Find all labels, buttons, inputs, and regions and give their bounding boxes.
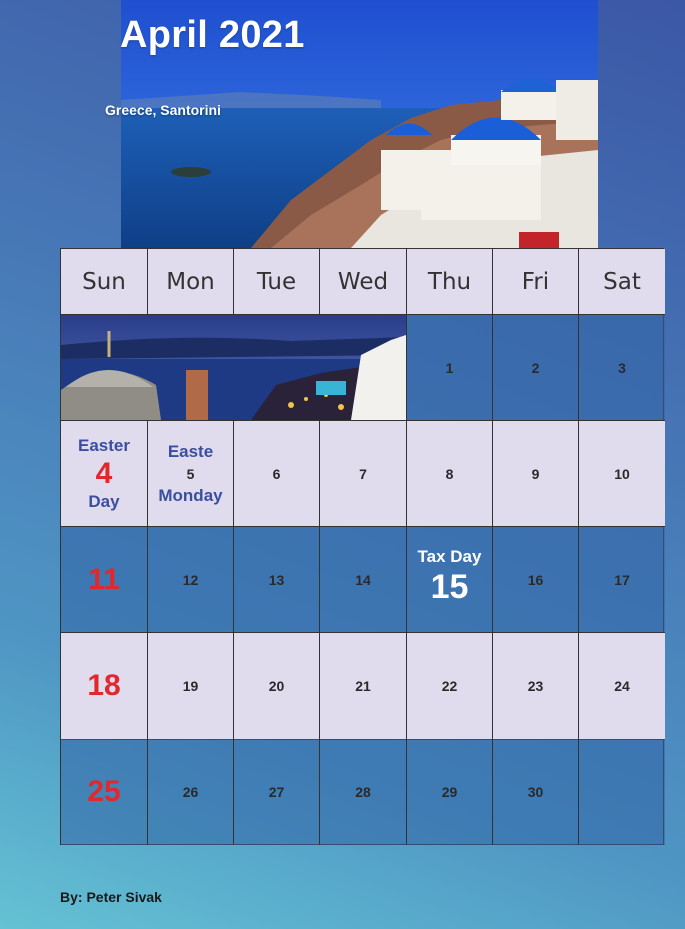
weekday-sun: Sun	[61, 249, 148, 315]
day-cell: 20	[234, 633, 320, 740]
weekday-tue: Tue	[234, 249, 320, 315]
day-cell: 22	[407, 633, 493, 740]
day-cell: 28	[320, 739, 407, 845]
sunday-cell: 11	[61, 527, 148, 633]
day-cell: 17	[579, 527, 665, 633]
weekday-fri: Fri	[493, 249, 579, 315]
day-cell: 24	[579, 633, 665, 740]
weekday-mon: Mon	[148, 249, 234, 315]
day-number: 5	[186, 465, 195, 482]
day-cell: 2	[493, 315, 579, 421]
day-cell: 30	[493, 739, 579, 845]
day-number: 4	[95, 456, 113, 490]
easter-day-cell: Easter 4 Day	[61, 421, 148, 527]
sunday-cell: 25	[61, 739, 148, 845]
calendar-grid-last-week: 25 26 27 28 29 30	[60, 739, 665, 845]
tax-day-label: Tax Day	[417, 546, 482, 566]
week1-photo	[61, 315, 407, 421]
day-cell: 19	[148, 633, 234, 740]
weekday-wed: Wed	[320, 249, 407, 315]
day-cell: 27	[234, 739, 320, 845]
day-cell: 29	[407, 739, 493, 845]
easter-monday-cell: Easte 5 Monday	[148, 421, 234, 527]
tax-day-cell: Tax Day 15	[407, 527, 493, 633]
day-cell: 16	[493, 527, 579, 633]
holiday-label-bottom: Monday	[158, 485, 223, 505]
day-cell: 6	[234, 421, 320, 527]
day-cell: 1	[407, 315, 493, 421]
day-number: 15	[430, 567, 469, 606]
day-cell: 7	[320, 421, 407, 527]
calendar-title: April 2021	[120, 14, 305, 56]
day-cell-empty	[579, 739, 665, 845]
day-cell: 23	[493, 633, 579, 740]
day-cell: 13	[234, 527, 320, 633]
day-cell: 3	[579, 315, 665, 421]
author-byline: By: Peter Sivak	[60, 889, 162, 905]
sunday-cell: 18	[61, 633, 148, 740]
day-cell: 12	[148, 527, 234, 633]
day-cell: 9	[493, 421, 579, 527]
weekday-sat: Sat	[579, 249, 665, 315]
day-cell: 8	[407, 421, 493, 527]
day-cell: 26	[148, 739, 234, 845]
weekday-thu: Thu	[407, 249, 493, 315]
day-cell: 14	[320, 527, 407, 633]
day-cell: 10	[579, 421, 665, 527]
holiday-label-top: Easter	[78, 435, 130, 455]
holiday-label-top: Easte	[167, 441, 214, 461]
holiday-label-bottom: Day	[88, 491, 120, 511]
location-caption: Greece, Santorini	[105, 102, 221, 118]
day-cell: 21	[320, 633, 407, 740]
